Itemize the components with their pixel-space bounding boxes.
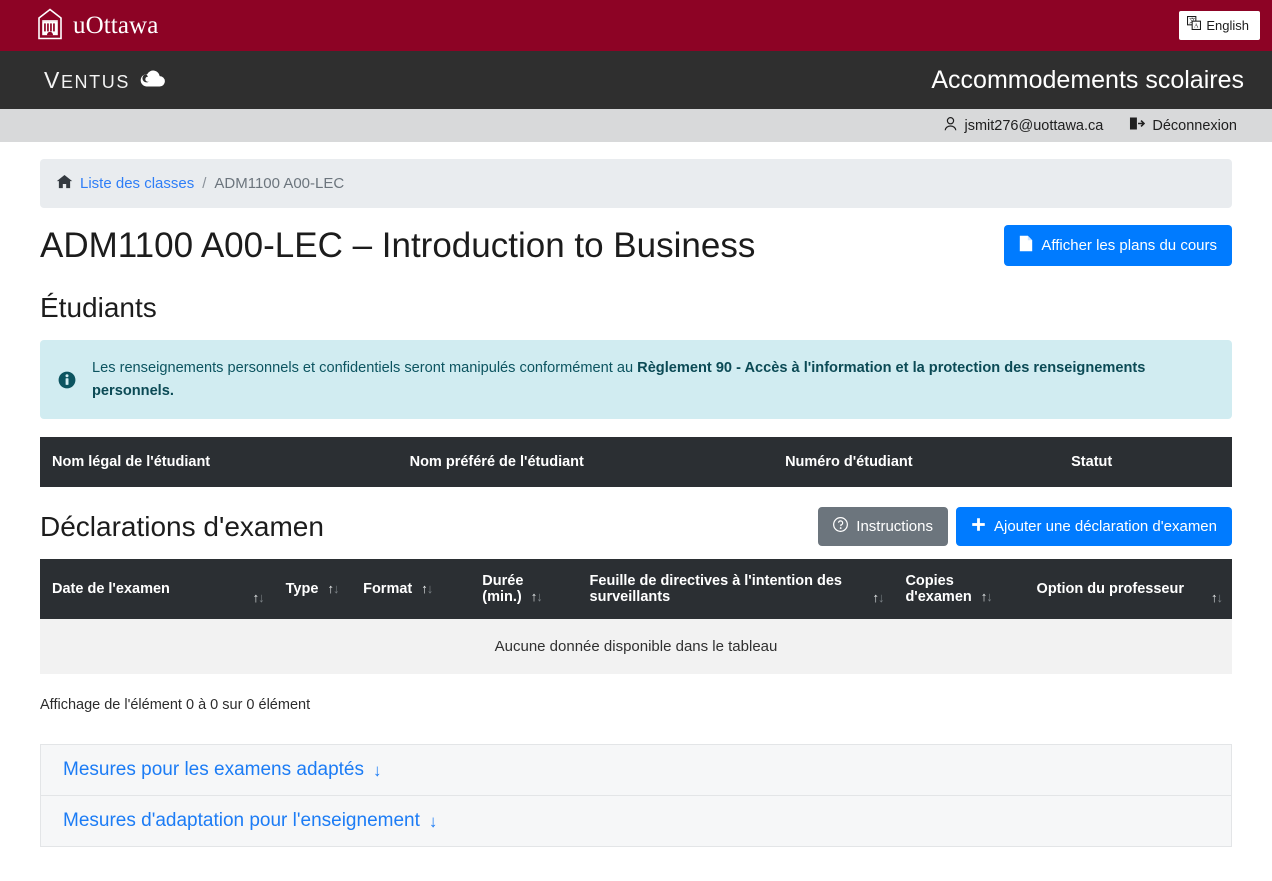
exam-column-copies[interactable]: Copies d'examen ↑↓ <box>893 559 1025 620</box>
logout-icon <box>1129 116 1146 135</box>
exam-column-duration-label: Durée (min.) <box>482 573 524 606</box>
breadcrumb-separator: / <box>202 175 207 192</box>
accordion-toggle-exam-accommodations[interactable]: Mesures pour les examens adaptés ↓ <box>63 759 382 781</box>
uottawa-header-bar: uOttawa 文 A English <box>0 0 1272 51</box>
exam-column-date-label: Date de l'examen <box>52 581 170 598</box>
app-title: Accommodements scolaires <box>931 65 1244 94</box>
privacy-notice-text: Les renseignements personnels et confide… <box>92 357 1214 402</box>
exam-declarations-table: Date de l'examen ↑↓ Type ↑↓ Format ↑↓ Du… <box>40 559 1232 675</box>
exam-column-professor-option-label: Option du professeur <box>1036 581 1184 598</box>
language-toggle-label: English <box>1206 17 1249 33</box>
translate-icon: 文 A <box>1187 16 1202 35</box>
students-column-preferred-name: Nom préféré de l'étudiant <box>397 437 774 488</box>
exam-declarations-header-row: Déclarations d'examen Instructions Ajout… <box>40 507 1232 547</box>
current-user: jsmit276@uottawa.ca <box>943 116 1104 136</box>
table-row: Aucune donnée disponible dans le tableau <box>40 619 1232 675</box>
accordion-label: Mesures d'adaptation pour l'enseignement <box>63 810 420 832</box>
cloud-icon <box>137 67 167 94</box>
page-title-row: ADM1100 A00-LEC – Introduction to Busine… <box>40 224 1232 268</box>
exam-table-pagination-info: Affichage de l'élément 0 à 0 sur 0 éléme… <box>40 697 311 714</box>
sort-icon: ↑↓ <box>1211 590 1223 606</box>
arrow-down-icon: ↓ <box>373 760 382 780</box>
add-exam-declaration-label: Ajouter une déclaration d'examen <box>993 518 1217 536</box>
exam-declarations-heading: Déclarations d'examen <box>40 510 324 542</box>
sort-icon: ↑↓ <box>327 581 339 597</box>
exam-table-body: Aucune donnée disponible dans le tableau <box>40 619 1232 675</box>
accommodations-accordion: Mesures pour les examens adaptés ↓ Mesur… <box>40 744 1232 848</box>
info-circle-icon <box>58 371 76 397</box>
uottawa-crest-icon <box>36 7 64 45</box>
exam-declarations-actions: Instructions Ajouter une déclaration d'e… <box>818 507 1232 547</box>
exam-column-invigilator-sheet-label: Feuille de directives à l'intention des … <box>589 573 842 606</box>
students-column-legal-name: Nom légal de l'étudiant <box>40 437 398 488</box>
uottawa-logo[interactable]: uOttawa <box>36 7 158 45</box>
instructions-button[interactable]: Instructions <box>818 507 948 547</box>
document-icon <box>1019 235 1033 256</box>
view-course-outlines-label: Afficher les plans du cours <box>1041 237 1217 255</box>
breadcrumb-current: ADM1100 A00-LEC <box>214 175 345 192</box>
sort-icon: ↑↓ <box>421 581 433 597</box>
privacy-notice-alert: Les renseignements personnels et confide… <box>40 340 1232 420</box>
exam-table-empty-message: Aucune donnée disponible dans le tableau <box>40 619 1232 675</box>
exam-column-professor-option[interactable]: Option du professeur ↑↓ <box>1024 559 1232 620</box>
arrow-down-icon: ↓ <box>428 811 438 831</box>
sort-icon: ↑↓ <box>872 590 884 606</box>
exam-column-invigilator-sheet[interactable]: Feuille de directives à l'intention des … <box>577 559 894 620</box>
exam-column-date[interactable]: Date de l'examen ↑↓ <box>40 559 274 620</box>
page-container: Liste des classes / ADM1100 A00-LEC ADM1… <box>0 159 1272 848</box>
exam-table-header-row: Date de l'examen ↑↓ Type ↑↓ Format ↑↓ Du… <box>40 559 1232 620</box>
students-column-status: Statut <box>1059 437 1232 488</box>
ventus-header-bar: VENTUS Accommodements scolaires <box>0 51 1272 109</box>
language-toggle-button[interactable]: 文 A English <box>1179 11 1260 40</box>
exam-column-duration[interactable]: Durée (min.) ↑↓ <box>470 559 578 620</box>
exam-column-format-label: Format <box>363 581 413 598</box>
breadcrumb-home-link[interactable]: Liste des classes <box>80 175 194 192</box>
page-title: ADM1100 A00-LEC – Introduction to Busine… <box>40 226 756 265</box>
ventus-logo[interactable]: VENTUS <box>44 67 167 94</box>
question-circle-icon <box>833 517 849 536</box>
exam-column-type-label: Type <box>285 581 319 598</box>
plus-icon <box>971 517 986 536</box>
breadcrumb: Liste des classes / ADM1100 A00-LEC <box>40 159 1232 208</box>
view-course-outlines-button[interactable]: Afficher les plans du cours <box>1004 225 1232 267</box>
ventus-wordmark: VENTUS <box>44 66 130 93</box>
privacy-notice-plain: Les renseignements personnels et confide… <box>92 360 638 377</box>
students-table: Nom légal de l'étudiant Nom préféré de l… <box>40 437 1232 488</box>
instructions-label: Instructions <box>856 518 933 536</box>
user-icon <box>943 116 958 136</box>
accordion-toggle-teaching-accommodations[interactable]: Mesures d'adaptation pour l'enseignement… <box>63 810 437 832</box>
svg-text:A: A <box>1194 24 1199 30</box>
home-icon <box>56 174 73 193</box>
sort-icon: ↑↓ <box>530 589 543 605</box>
students-heading: Étudiants <box>40 291 157 323</box>
sort-icon: ↑↓ <box>252 590 265 606</box>
logout-link[interactable]: Déconnexion <box>1129 116 1237 135</box>
sort-icon: ↑↓ <box>980 589 993 605</box>
accordion-label: Mesures pour les examens adaptés <box>63 759 364 781</box>
user-email: jsmit276@uottawa.ca <box>964 117 1104 134</box>
exam-column-copies-label: Copies d'examen <box>905 573 972 606</box>
user-bar: jsmit276@uottawa.ca Déconnexion <box>0 109 1272 142</box>
exam-column-type[interactable]: Type ↑↓ <box>273 559 352 620</box>
uottawa-wordmark: uOttawa <box>73 11 159 39</box>
accordion-item-teaching-accommodations[interactable]: Mesures d'adaptation pour l'enseignement… <box>40 796 1232 848</box>
accordion-item-exam-accommodations[interactable]: Mesures pour les examens adaptés ↓ <box>40 744 1232 797</box>
exam-column-format[interactable]: Format ↑↓ <box>351 559 471 620</box>
add-exam-declaration-button[interactable]: Ajouter une déclaration d'examen <box>955 507 1232 547</box>
students-table-header-row: Nom légal de l'étudiant Nom préféré de l… <box>40 437 1232 488</box>
students-column-student-number: Numéro d'étudiant <box>773 437 1060 488</box>
logout-label: Déconnexion <box>1152 117 1237 134</box>
